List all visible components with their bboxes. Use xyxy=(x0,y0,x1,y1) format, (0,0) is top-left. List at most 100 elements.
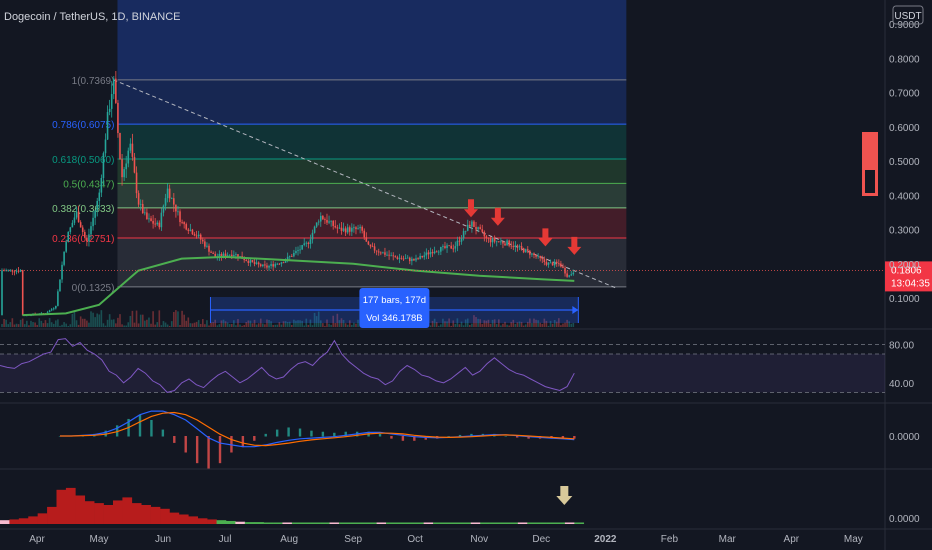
candle-body xyxy=(477,227,479,230)
volume-bar xyxy=(21,318,24,327)
candle-body xyxy=(7,269,10,271)
volume-bar xyxy=(110,319,113,327)
volume-bar xyxy=(204,324,206,327)
candle-body xyxy=(84,232,86,238)
oscillator-bar xyxy=(367,522,377,524)
candle-body xyxy=(324,219,326,221)
volume-bar xyxy=(355,323,357,327)
currency-badge[interactable]: USDT xyxy=(894,11,921,22)
candle-body xyxy=(560,263,562,267)
volume-bar xyxy=(564,322,566,327)
volume-bar xyxy=(77,324,80,327)
candle-body xyxy=(59,279,61,292)
candle-body xyxy=(162,205,165,213)
candle-body xyxy=(112,78,115,95)
candle-body xyxy=(508,240,510,246)
oscillator-bar xyxy=(197,518,208,524)
volume-bar xyxy=(26,320,28,327)
oscillator-bar xyxy=(546,522,556,524)
candle-body xyxy=(189,229,192,231)
candle-body xyxy=(471,221,473,227)
volume-bar xyxy=(152,311,154,327)
candle-body xyxy=(79,222,82,228)
candle-body xyxy=(1,270,3,316)
candle-body xyxy=(270,264,272,266)
oscillator-bar xyxy=(357,522,368,524)
candle-body xyxy=(553,261,556,266)
time-axis-label: Aug xyxy=(280,534,298,545)
volume-bar xyxy=(274,324,277,327)
price-tick-label: 0.1000 xyxy=(889,294,920,305)
candle-body xyxy=(86,237,88,242)
candle-body xyxy=(359,226,361,229)
candle-body xyxy=(495,241,498,243)
candle-body xyxy=(175,204,177,212)
candle-body xyxy=(170,198,173,199)
candle-body xyxy=(427,252,430,255)
oscillator-bar xyxy=(225,520,236,524)
candle-body xyxy=(181,222,183,223)
time-axis-label: Mar xyxy=(719,534,737,545)
volume-bar xyxy=(144,320,146,327)
candle-body xyxy=(94,210,96,218)
volume-bar xyxy=(88,322,90,327)
price-tick-label: 0.6000 xyxy=(889,123,920,134)
candle-body xyxy=(249,260,252,263)
volume-bar xyxy=(112,319,115,327)
volume-bar xyxy=(170,321,173,327)
time-axis-label: Jul xyxy=(219,534,232,545)
volume-bar xyxy=(531,323,533,327)
candle-body xyxy=(201,239,204,242)
oscillator-bar xyxy=(103,505,114,524)
volume-bar xyxy=(135,310,138,327)
candle-body xyxy=(502,241,504,244)
candle-body xyxy=(125,163,127,170)
candle-body xyxy=(291,256,293,257)
candle-body xyxy=(206,245,208,247)
candle-body xyxy=(458,240,461,242)
fibonacci-retracement[interactable]: 1(0.7369)0.786(0.6075)0.618(0.5060)0.5(0… xyxy=(52,0,627,294)
volume-bar xyxy=(226,322,229,327)
candle-body xyxy=(504,243,506,246)
volume-bar xyxy=(206,320,208,327)
macd-histogram-bar xyxy=(264,433,267,437)
oscillator-bar xyxy=(508,522,519,524)
macd-histogram-bar xyxy=(253,436,256,441)
candle-body xyxy=(473,221,475,228)
candle-body xyxy=(243,258,245,261)
volume-bar xyxy=(251,323,254,327)
candle-body xyxy=(506,240,508,246)
candle-body xyxy=(259,264,262,267)
candle-body xyxy=(317,221,320,223)
candle-body xyxy=(367,241,370,245)
volume-bar xyxy=(500,325,502,327)
candle-body xyxy=(195,235,198,237)
volume-bar xyxy=(235,325,237,327)
fib-level-label: 1(0.7369) xyxy=(72,76,115,87)
volume-bar xyxy=(108,314,111,327)
volume-bar xyxy=(185,320,188,327)
oscillator-bar xyxy=(254,522,264,524)
volume-bar xyxy=(38,318,41,327)
fib-zone xyxy=(117,124,627,159)
candle-body xyxy=(369,244,372,247)
candle-body xyxy=(377,251,380,253)
volume-bar xyxy=(255,324,258,327)
candle-body xyxy=(96,200,99,211)
candle-body xyxy=(326,220,328,223)
volume-bar xyxy=(40,320,43,327)
candle-body xyxy=(146,212,148,220)
volume-bar xyxy=(141,314,144,327)
macd-tick-label: 0.0000 xyxy=(889,432,920,443)
candle-body xyxy=(524,249,527,253)
candle-body xyxy=(491,238,494,243)
candle-body xyxy=(257,262,260,265)
time-axis-label: Sep xyxy=(344,534,362,545)
candle-body xyxy=(299,249,301,251)
volume-bar xyxy=(454,323,457,327)
tradingview-chart[interactable]: 1(0.7369)0.786(0.6075)0.618(0.5060)0.5(0… xyxy=(0,0,932,550)
candle-body xyxy=(150,218,152,221)
volume-bar xyxy=(276,324,279,327)
volume-bar xyxy=(96,313,99,327)
oscillator-bar xyxy=(489,522,500,524)
